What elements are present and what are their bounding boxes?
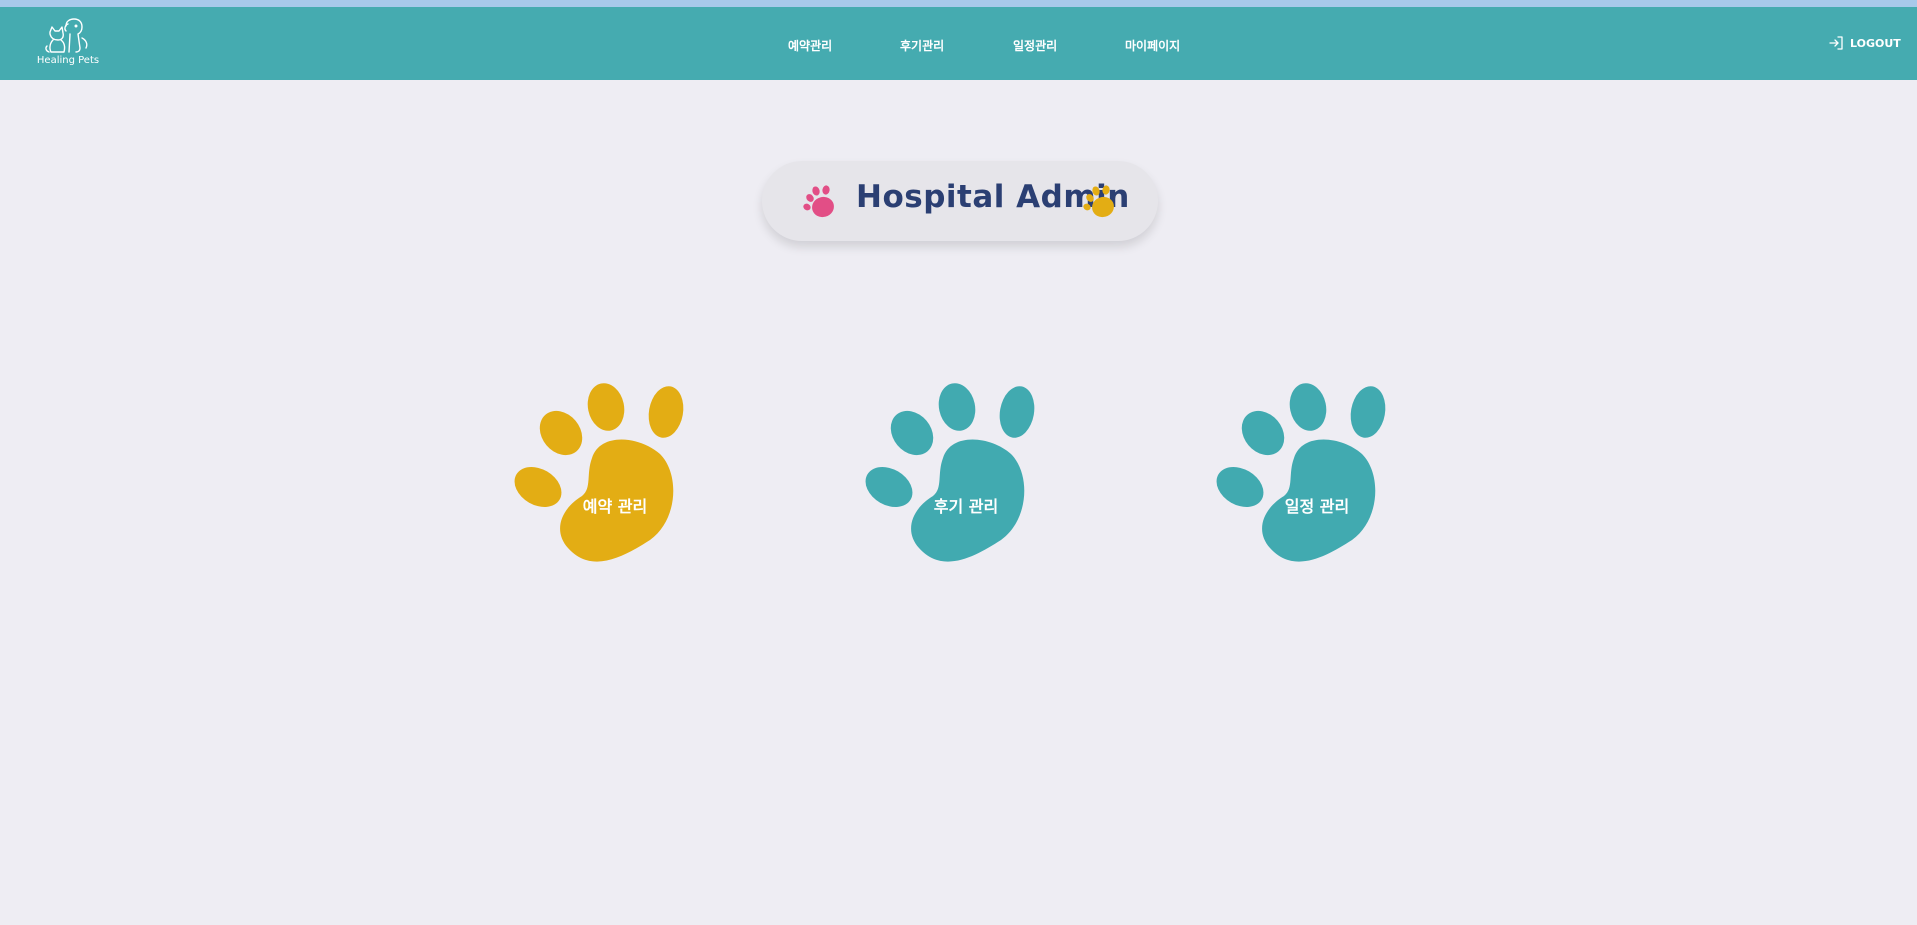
page-title: Hospital Admin — [856, 179, 1130, 215]
card-label: 일정 관리 — [1284, 497, 1350, 516]
dog-and-cat-icon — [45, 18, 88, 53]
logo-text: Healing Pets — [36, 55, 100, 66]
card-label: 후기 관리 — [933, 497, 999, 516]
logout-button[interactable]: LOGOUT — [1828, 34, 1901, 52]
sign-in-arrow-icon — [1829, 36, 1843, 50]
nav-item-reviews[interactable]: 후기관리 — [900, 37, 944, 54]
card-label: 예약 관리 — [582, 497, 648, 516]
schedule-management-card[interactable]: 일정 관리 — [1212, 380, 1412, 580]
paw-shape — [1216, 383, 1386, 562]
page-title-pill: Hospital Admin — [762, 161, 1158, 241]
paw-shape — [514, 383, 684, 562]
paw-shape — [865, 383, 1035, 562]
top-accent-strip — [0, 0, 1917, 7]
nav-item-reservations[interactable]: 예약관리 — [788, 37, 832, 54]
paw-icon — [1083, 185, 1114, 218]
nav-item-schedule[interactable]: 일정관리 — [1013, 37, 1057, 54]
logout-label: LOGOUT — [1850, 36, 1901, 50]
reservation-management-card[interactable]: 예약 관리 — [510, 380, 710, 580]
logo[interactable]: Healing Pets — [36, 18, 100, 76]
paw-icon — [803, 185, 834, 218]
navbar: Healing Pets 예약관리 후기관리 일정관리 마이페이지 LOGOUT — [0, 7, 1917, 80]
review-management-card[interactable]: 후기 관리 — [861, 380, 1061, 580]
nav-item-mypage[interactable]: 마이페이지 — [1125, 37, 1180, 54]
